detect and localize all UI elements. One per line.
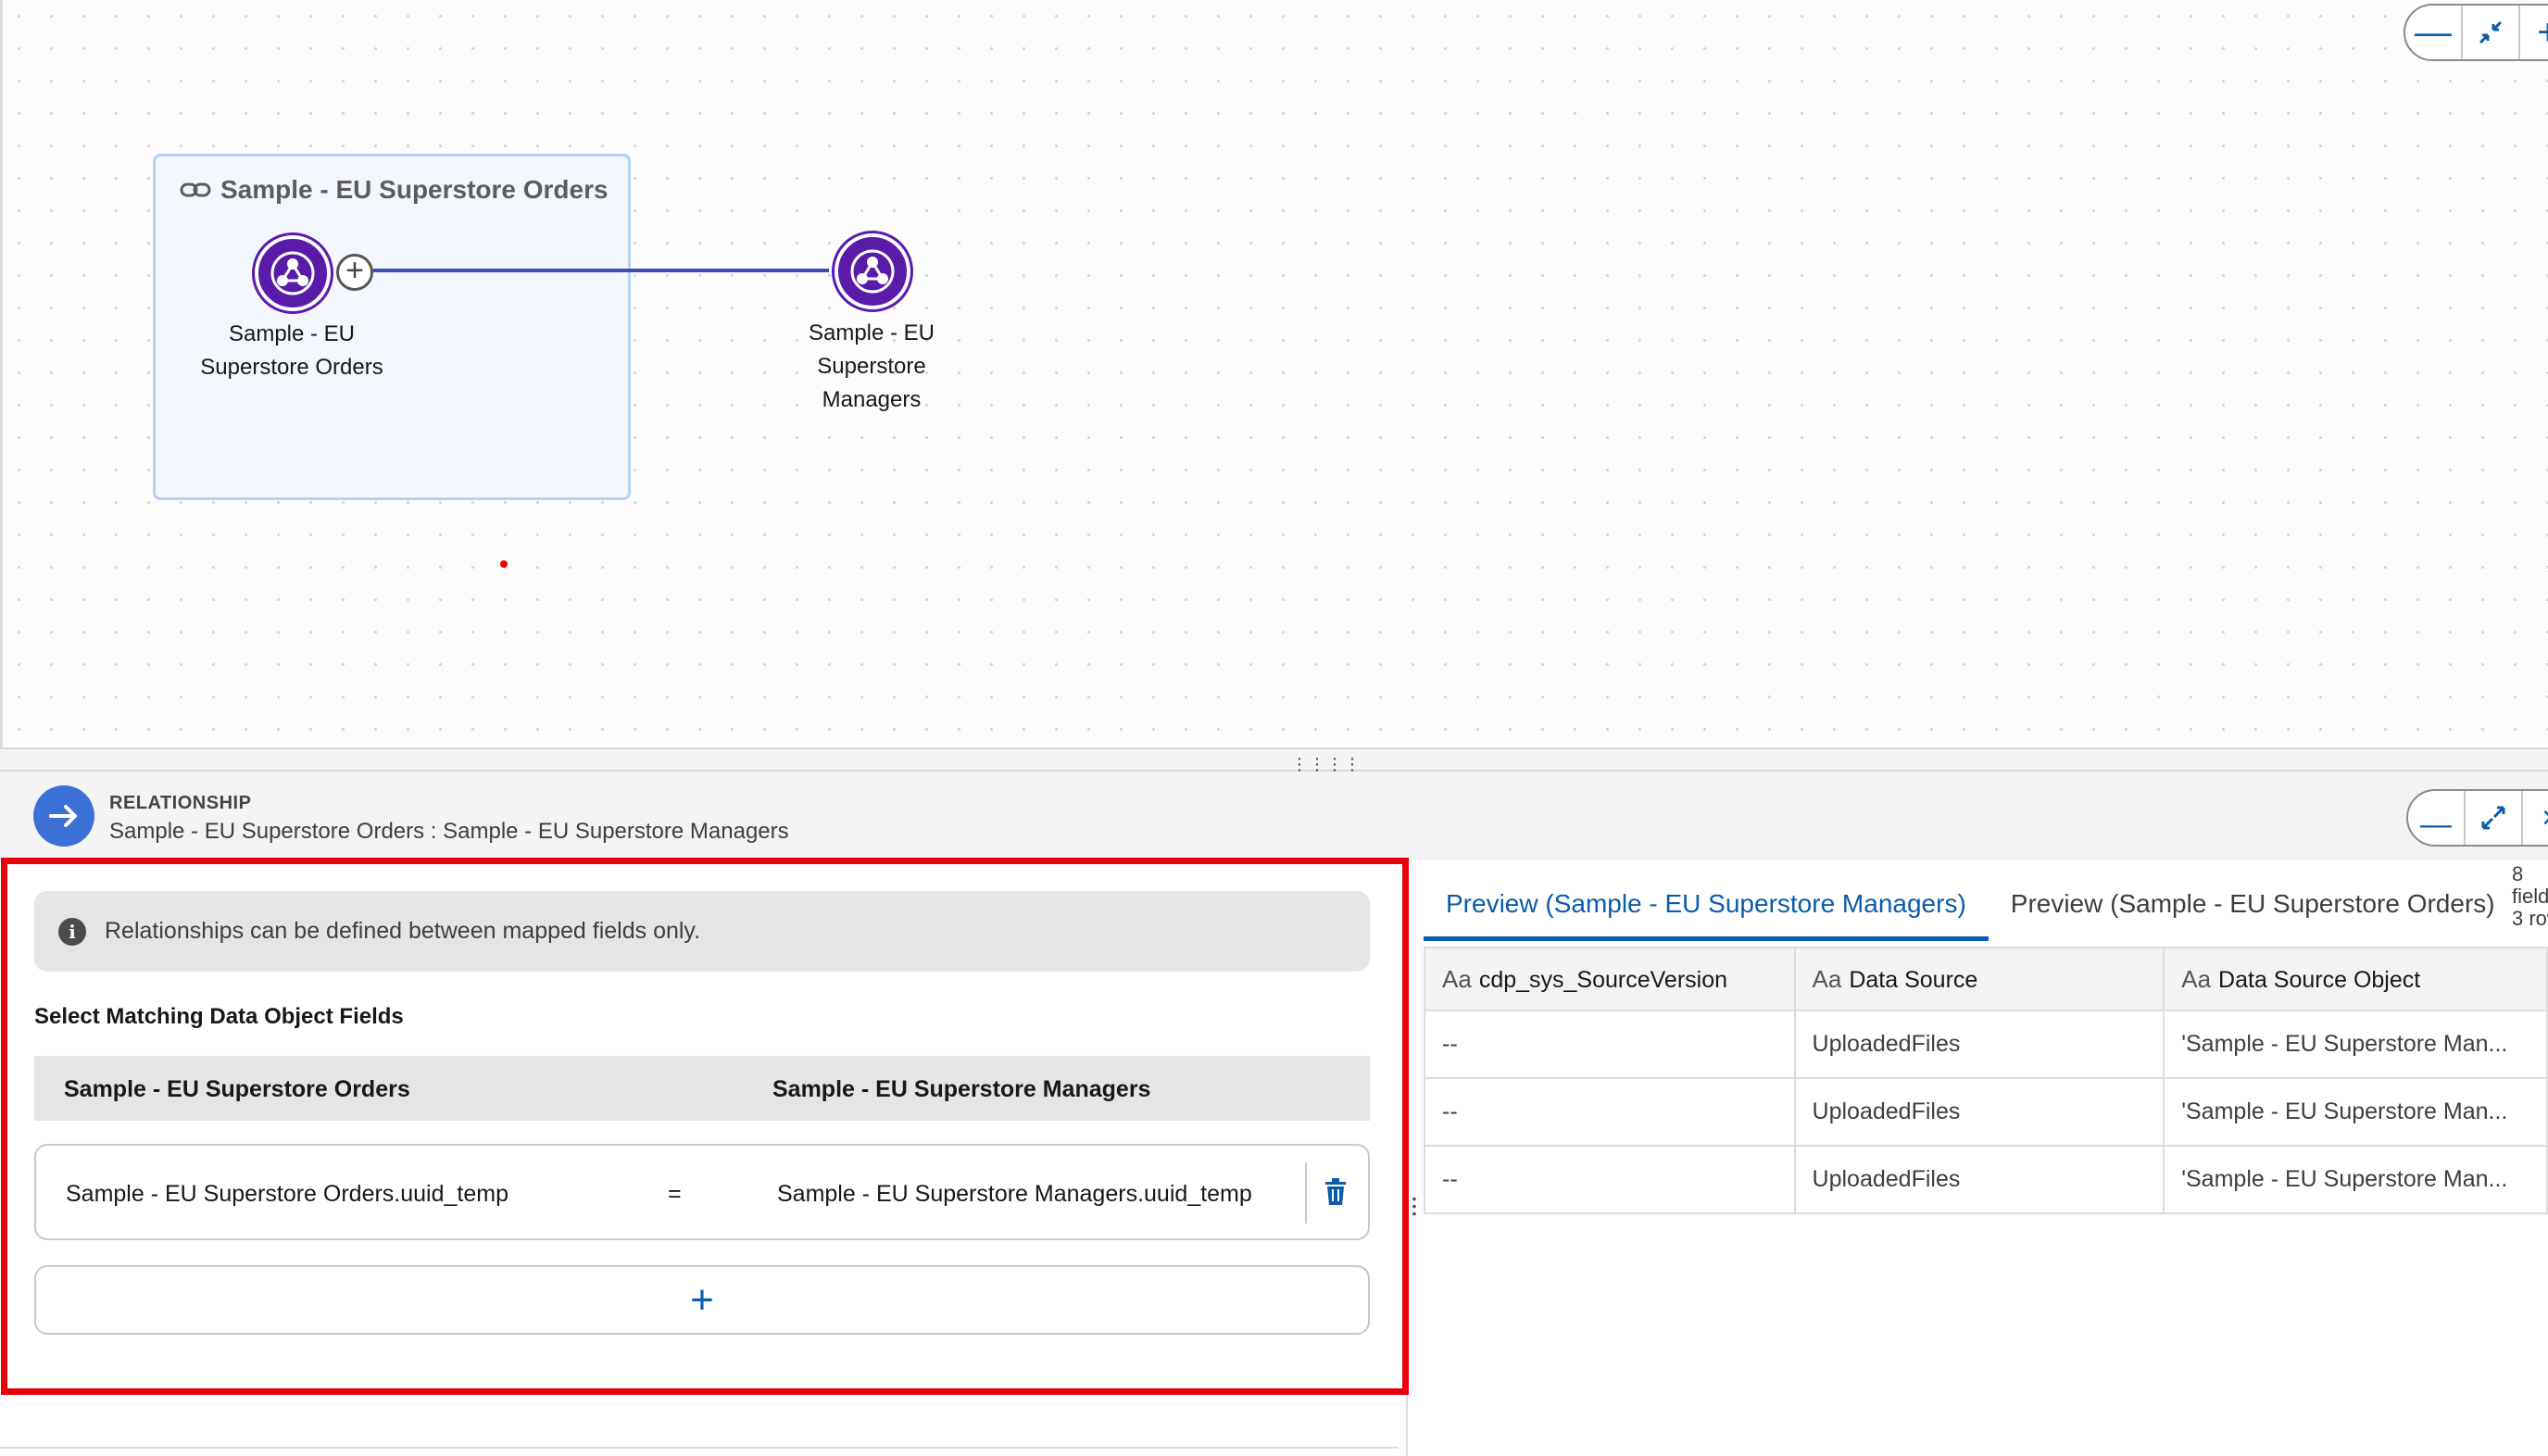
node-managers[interactable] bbox=[835, 233, 910, 309]
table-cell: UploadedFiles bbox=[1793, 1077, 2165, 1147]
zoom-in-button[interactable]: + bbox=[2520, 6, 2548, 59]
data-model-canvas[interactable]: — + Sample - EU Superstore Orders + Samp… bbox=[0, 0, 2548, 747]
plus-icon: + bbox=[2537, 11, 2548, 53]
data-object-icon bbox=[850, 249, 895, 294]
node-label-line: Managers bbox=[822, 387, 922, 412]
header-left-object: Sample - EU Superstore Orders bbox=[64, 1076, 410, 1102]
table-cell: UploadedFiles bbox=[1793, 1010, 2165, 1079]
node-label-line: Sample - EU bbox=[228, 321, 356, 346]
node-label-line: Sample - EU bbox=[808, 320, 935, 345]
node-managers-label: Sample - EU Superstore Managers bbox=[770, 317, 973, 417]
row-count: 3 rows bbox=[2512, 907, 2548, 930]
table-row: -- UploadedFiles 'Sample - EU Superstore… bbox=[1424, 1145, 2548, 1214]
expand-icon bbox=[2481, 806, 2505, 830]
zoom-out-button[interactable]: — bbox=[2405, 6, 2463, 59]
minimize-icon: — bbox=[2420, 806, 2452, 842]
close-icon: × bbox=[2542, 800, 2548, 836]
text-type-icon: Aa bbox=[2181, 964, 2212, 993]
right-field-select[interactable]: Sample - EU Superstore Managers.uuid_tem… bbox=[777, 1181, 1252, 1208]
table-cell: -- bbox=[1424, 1077, 1796, 1147]
relationship-title: Sample - EU Superstore Orders : Sample -… bbox=[109, 819, 789, 844]
fit-view-button[interactable] bbox=[2463, 6, 2520, 59]
node-orders[interactable] bbox=[255, 235, 331, 311]
delete-row-button[interactable] bbox=[1324, 1177, 1351, 1211]
expand-panel-button[interactable] bbox=[2466, 791, 2523, 845]
relationship-connector-line[interactable] bbox=[373, 269, 829, 272]
relationship-icon bbox=[33, 785, 94, 847]
table-cell: UploadedFiles bbox=[1793, 1145, 2165, 1214]
column-header[interactable]: Aa Data Source bbox=[1793, 947, 2165, 1011]
tab-preview-orders[interactable]: Preview (Sample - EU Superstore Orders) bbox=[1989, 871, 2517, 941]
group-title: Sample - EU Superstore Orders bbox=[180, 175, 609, 205]
data-object-icon bbox=[270, 251, 315, 295]
group-title-text: Sample - EU Superstore Orders bbox=[220, 175, 609, 204]
panel-resize-splitter[interactable]: ⋮⋮⋮⋮ bbox=[0, 747, 2548, 773]
table-cell: 'Sample - EU Superstore Man... bbox=[2163, 1077, 2548, 1147]
fields-table-header: Sample - EU Superstore Orders Sample - E… bbox=[34, 1056, 1370, 1121]
column-header[interactable]: Aa cdp_sys_SourceVersion bbox=[1424, 947, 1796, 1011]
field-mapping-row[interactable]: Sample - EU Superstore Orders.uuid_temp … bbox=[34, 1144, 1370, 1240]
table-header-row: Aa cdp_sys_SourceVersion Aa Data Source Aa… bbox=[1424, 947, 2548, 1011]
minus-icon: — bbox=[2415, 11, 2452, 53]
table-cell: 'Sample - EU Superstore Man... bbox=[2163, 1145, 2548, 1214]
trash-icon bbox=[1325, 1178, 1346, 1205]
left-field-select[interactable]: Sample - EU Superstore Orders.uuid_temp bbox=[66, 1181, 508, 1208]
relationship-header bbox=[0, 772, 2548, 860]
relationship-kicker: RELATIONSHIP bbox=[109, 793, 252, 813]
column-header-label: Data Source Object bbox=[2218, 966, 2421, 993]
link-icon bbox=[180, 182, 211, 197]
arrow-right-icon bbox=[49, 805, 77, 827]
panel-controls: — × bbox=[2406, 789, 2548, 847]
preview-table: Aa cdp_sys_SourceVersion Aa Data Source Aa… bbox=[1424, 947, 2548, 1214]
divider bbox=[0, 1447, 1399, 1449]
table-row: -- UploadedFiles 'Sample - EU Superstore… bbox=[1424, 1077, 2548, 1147]
text-type-icon: Aa bbox=[1442, 964, 1472, 993]
add-field-mapping-button[interactable]: + bbox=[34, 1265, 1370, 1335]
section-label: Select Matching Data Object Fields bbox=[34, 1004, 404, 1029]
table-cell: 'Sample - EU Superstore Man... bbox=[2163, 1010, 2548, 1079]
info-icon: i bbox=[58, 917, 86, 946]
field-count: 8 bbox=[2512, 863, 2524, 885]
node-label-line: Superstore Orders bbox=[200, 355, 383, 380]
node-label-line: Superstore bbox=[817, 354, 926, 379]
info-banner: i Relationships can be defined between m… bbox=[34, 891, 1370, 972]
canvas-zoom-controls: — + bbox=[2404, 4, 2548, 61]
cursor-marker bbox=[500, 560, 508, 568]
info-text: Relationships can be defined between map… bbox=[105, 918, 701, 944]
table-cell: -- bbox=[1424, 1010, 1796, 1079]
column-header-label: Data Source bbox=[1849, 966, 1978, 993]
column-header-label: cdp_sys_SourceVersion bbox=[1478, 966, 1728, 993]
preview-meta: 8 fields 3 rows bbox=[2512, 863, 2548, 930]
minimize-panel-button[interactable]: — bbox=[2408, 791, 2466, 845]
table-cell: -- bbox=[1424, 1145, 1796, 1214]
operator: = bbox=[668, 1181, 682, 1207]
preview-tabs: Preview (Sample - EU Superstore Managers… bbox=[1424, 871, 2517, 941]
field-count-label: fields bbox=[2512, 885, 2548, 908]
text-type-icon: Aa bbox=[1812, 964, 1842, 993]
header-right-object: Sample - EU Superstore Managers bbox=[772, 1076, 1151, 1102]
tab-preview-managers[interactable]: Preview (Sample - EU Superstore Managers… bbox=[1424, 871, 1989, 941]
node-orders-label: Sample - EU Superstore Orders bbox=[190, 318, 394, 384]
column-header[interactable]: Aa Data Source Object bbox=[2163, 947, 2548, 1011]
table-row: -- UploadedFiles 'Sample - EU Superstore… bbox=[1424, 1010, 2548, 1079]
close-panel-button[interactable]: × bbox=[2523, 791, 2548, 845]
shrink-icon bbox=[2479, 20, 2503, 44]
vertical-resize-handle[interactable]: • • • bbox=[1411, 1192, 1418, 1223]
plus-icon: + bbox=[690, 1276, 714, 1323]
divider bbox=[1305, 1162, 1307, 1224]
add-relationship-icon[interactable]: + bbox=[336, 254, 373, 291]
